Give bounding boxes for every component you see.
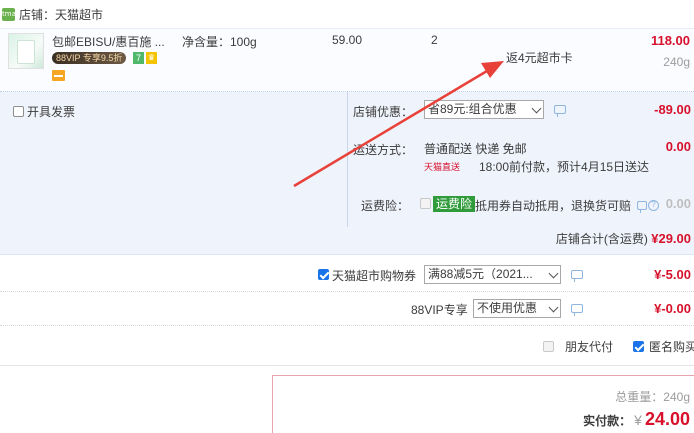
delivery-eta: 18:00前付款，预计4月15日送达 [479, 160, 650, 174]
coupon-row: 天猫超市购物券 满88减5元（2021... ¥-5.00 [0, 258, 694, 292]
comment-icon[interactable] [571, 270, 583, 282]
insurance-label: 运费险： [361, 199, 410, 213]
chevron-down-icon [531, 103, 542, 114]
actual-payment: 实付款： ¥ 24.00 [583, 409, 690, 430]
coupon-amount: ¥-5.00 [654, 267, 691, 282]
help-icon[interactable]: ? [648, 200, 659, 211]
credit-card-icon [52, 70, 65, 81]
friend-pay-option[interactable]: 朋友代付 [543, 338, 613, 355]
coupon-select-value: 满88减5元（2021... [428, 267, 533, 281]
seven-day-return-badge: 7 [133, 52, 144, 64]
coupon-label: 天猫超市购物券 [332, 269, 417, 283]
store-discount-amount: -89.00 [654, 102, 691, 117]
cashback-promo: 返4元超市卡 [506, 51, 573, 65]
vip88-amount: ¥-0.00 [654, 301, 691, 316]
product-title-link[interactable]: 包邮EBISU/惠百施 ... [52, 33, 165, 50]
shop-name[interactable]: 店铺：天猫超市 [19, 6, 103, 23]
delivery-method: 普通配送 快递 免邮 [424, 142, 527, 156]
comment-icon[interactable] [571, 304, 583, 316]
insurance-text: 抵用券自动抵用，退换货可赔 [475, 199, 632, 213]
delivery-amount: 0.00 [665, 139, 691, 154]
total-weight: 总重量：240g [615, 390, 690, 404]
product-spec: 净含量：100g [182, 35, 257, 49]
payment-options-row: 朋友代付 匿名购买 [0, 326, 694, 366]
coupon-checkbox[interactable] [318, 269, 329, 280]
friend-pay-checkbox [543, 341, 554, 352]
insurance-checkbox [420, 198, 431, 209]
chevron-down-icon [548, 302, 559, 313]
anonymous-purchase-option[interactable]: 匿名购买 [633, 338, 694, 355]
friend-pay-label: 朋友代付 [565, 340, 614, 354]
store-discount-value: 省89元:组合优惠 [428, 102, 517, 116]
vip-discount-badge: 88VIP 专享9.5折 [52, 52, 127, 64]
vip88-select-value: 不使用优惠 [477, 301, 538, 315]
order-item-row: 包邮EBISU/惠百施 ... 88VIP 专享9.5折 7 ♛ 净含量：100… [0, 28, 694, 92]
shop-total: 店铺合计(含运费) ¥29.00 [556, 230, 691, 247]
shop-total-label: 店铺合计(含运费) [555, 232, 648, 246]
insurance-amount: 0.00 [665, 196, 691, 211]
store-discount-label: 店铺优惠： [353, 105, 414, 119]
quantity: 2 [431, 33, 438, 47]
tmall-shop-icon: tmall [2, 7, 20, 21]
actual-payment-label: 实付款： [583, 414, 632, 428]
invoice-label: 开具发票 [27, 105, 76, 119]
anonymous-checkbox[interactable] [633, 341, 644, 352]
tmall-direct-tag: 天猫直送 [424, 162, 461, 172]
chevron-down-icon [548, 268, 559, 279]
insurance-badge: 运费险 [433, 196, 476, 212]
product-thumbnail[interactable] [8, 33, 44, 69]
store-discount-select[interactable]: 省89元:组合优惠 [424, 100, 544, 119]
vip88-label: 88VIP专享 [411, 303, 468, 317]
order-options-panel: 开具发票 店铺优惠： 省89元:组合优惠 -89.00 运送方式： 普通配送 快… [0, 92, 694, 255]
shop-header: tmall 店铺：天猫超市 [0, 0, 694, 28]
delivery-label: 运送方式： [353, 143, 414, 157]
item-subtotal: 118.00 [650, 33, 690, 48]
item-weight: 240g [663, 55, 690, 69]
vip88-row: 88VIP专享 不使用优惠 ¥-0.00 [0, 292, 694, 326]
unit-price: 59.00 [332, 33, 363, 47]
anonymous-label: 匿名购买 [649, 340, 694, 354]
vip88-select[interactable]: 不使用优惠 [473, 299, 561, 318]
actual-payment-amount: 24.00 [644, 409, 690, 429]
invoice-checkbox[interactable] [13, 106, 24, 117]
product-package-graphic [17, 40, 35, 64]
coupon-select[interactable]: 满88减5元（2021... [424, 265, 561, 284]
currency-symbol: ¥ [634, 412, 642, 428]
comment-icon[interactable] [554, 105, 566, 117]
guarantee-badge: ♛ [146, 52, 157, 64]
invoice-option[interactable]: 开具发票 [13, 103, 75, 120]
insurance-comment-icon[interactable] [637, 201, 647, 213]
shop-service-panel: 店铺优惠： 省89元:组合优惠 -89.00 运送方式： 普通配送 快递 免邮 … [347, 92, 694, 227]
payment-summary: 总重量：240g 实付款： ¥ 24.00 [272, 375, 694, 433]
shop-total-amount: ¥29.00 [651, 231, 691, 246]
